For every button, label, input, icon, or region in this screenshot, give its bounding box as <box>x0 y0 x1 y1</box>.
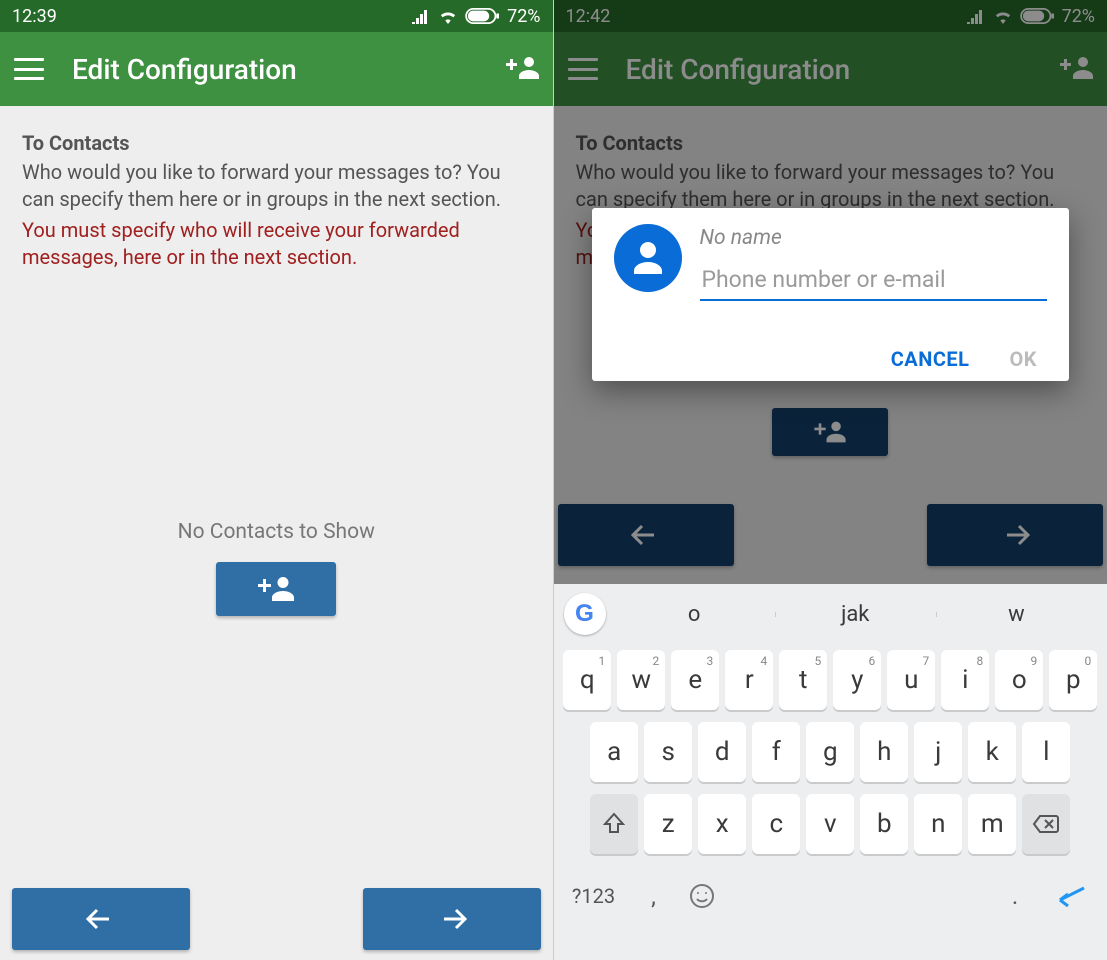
screen-left: 12:39 72% Edit Configuration To Contacts… <box>0 0 554 960</box>
suggestion[interactable]: w <box>936 602 1097 627</box>
key-shift[interactable] <box>590 794 638 854</box>
empty-message: No Contacts to Show <box>0 520 553 544</box>
key-s[interactable]: s <box>644 722 692 782</box>
add-contact-dialog: No name CANCEL OK <box>592 208 1070 381</box>
key-u[interactable]: u7 <box>887 650 935 710</box>
key-z[interactable]: z <box>644 794 692 854</box>
wifi-icon <box>437 8 459 24</box>
empty-state: No Contacts to Show <box>0 520 553 616</box>
menu-icon[interactable] <box>14 58 44 80</box>
key-n[interactable]: n <box>914 794 962 854</box>
key-symbols[interactable]: ?123 <box>560 866 628 926</box>
key-l[interactable]: l <box>1022 722 1070 782</box>
suggestion[interactable]: o <box>614 602 775 627</box>
key-space[interactable] <box>730 870 990 922</box>
keyboard: G o jak w q1w2e3r4t5y6u7i8o9p0 asdfghjkl… <box>554 584 1107 960</box>
status-time: 12:39 <box>12 6 57 27</box>
key-v[interactable]: v <box>806 794 854 854</box>
key-t[interactable]: t5 <box>779 650 827 710</box>
battery-percent: 72% <box>507 6 540 27</box>
suggestion[interactable]: jak <box>775 602 936 627</box>
key-a[interactable]: a <box>590 722 638 782</box>
section-heading: To Contacts <box>22 130 531 157</box>
key-o[interactable]: o9 <box>995 650 1043 710</box>
key-k[interactable]: k <box>968 722 1016 782</box>
key-emoji[interactable] <box>680 866 724 926</box>
add-contact-button[interactable] <box>216 562 336 616</box>
app-bar: Edit Configuration <box>0 32 553 106</box>
key-j[interactable]: j <box>914 722 962 782</box>
key-b[interactable]: b <box>860 794 908 854</box>
page-title: Edit Configuration <box>72 53 477 86</box>
battery-icon <box>465 8 501 24</box>
key-enter[interactable] <box>1041 866 1101 926</box>
key-x[interactable]: x <box>698 794 746 854</box>
google-icon[interactable]: G <box>564 593 606 635</box>
contact-input[interactable] <box>700 262 1048 301</box>
next-button[interactable] <box>363 888 541 950</box>
status-bar: 12:39 72% <box>0 0 553 32</box>
key-f[interactable]: f <box>752 722 800 782</box>
section-warning: You must specify who will receive your f… <box>22 217 531 271</box>
cancel-button[interactable]: CANCEL <box>891 347 970 371</box>
screen-right: 12:42 72% Edit Configuration To Contacts… <box>554 0 1107 960</box>
key-d[interactable]: d <box>698 722 746 782</box>
signal-icon <box>411 8 431 24</box>
add-person-button[interactable] <box>505 53 539 85</box>
ok-button[interactable]: OK <box>1009 347 1037 371</box>
key-backspace[interactable] <box>1022 794 1070 854</box>
key-w[interactable]: w2 <box>617 650 665 710</box>
section-body: Who would you like to forward your messa… <box>22 159 531 213</box>
key-e[interactable]: e3 <box>671 650 719 710</box>
key-r[interactable]: r4 <box>725 650 773 710</box>
content-area: To Contacts Who would you like to forwar… <box>0 106 553 295</box>
key-i[interactable]: i8 <box>941 650 989 710</box>
name-placeholder[interactable]: No name <box>700 226 1048 250</box>
key-y[interactable]: y6 <box>833 650 881 710</box>
key-q[interactable]: q1 <box>563 650 611 710</box>
key-c[interactable]: c <box>752 794 800 854</box>
key-m[interactable]: m <box>968 794 1016 854</box>
back-button[interactable] <box>12 888 190 950</box>
key-period[interactable]: . <box>995 866 1035 926</box>
bottom-nav <box>12 888 541 950</box>
key-p[interactable]: p0 <box>1049 650 1097 710</box>
key-comma[interactable]: , <box>634 866 674 926</box>
key-g[interactable]: g <box>806 722 854 782</box>
suggestion-row: G o jak w <box>554 584 1107 644</box>
avatar-icon <box>614 224 682 292</box>
status-icons: 72% <box>411 6 540 27</box>
key-h[interactable]: h <box>860 722 908 782</box>
